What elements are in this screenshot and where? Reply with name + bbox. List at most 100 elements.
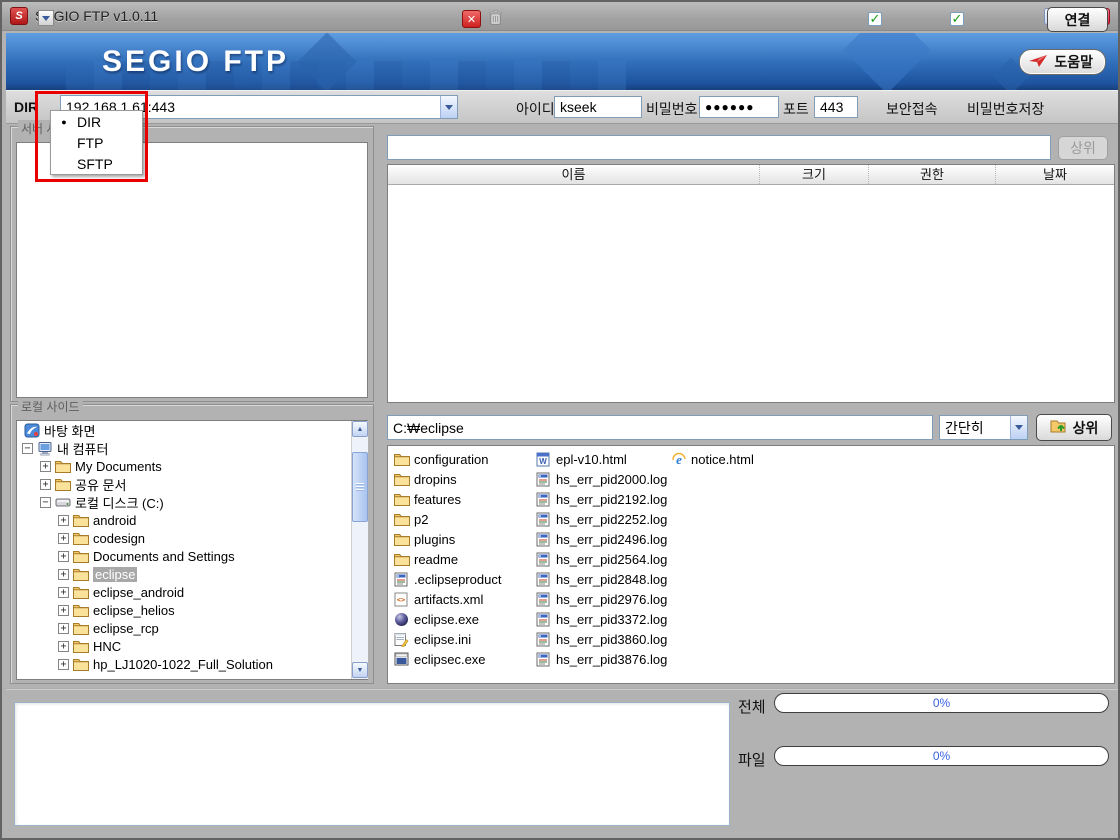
folder-icon xyxy=(394,492,414,506)
expand-icon[interactable]: + xyxy=(58,569,69,580)
column-header[interactable]: 이름 xyxy=(388,165,759,184)
port-input[interactable] xyxy=(814,96,858,118)
local-tree-panel[interactable]: 바탕 화면−내 컴퓨터+My Documents+공유 문서 − 로컬 디스크 (C… xyxy=(16,420,368,680)
file-name: dropins xyxy=(414,472,457,487)
local-up-label: 상위 xyxy=(1073,418,1099,438)
file-item[interactable]: hs_err_pid2252.log xyxy=(536,509,667,529)
tree-item[interactable]: +eclipse_android xyxy=(17,583,367,601)
file-item[interactable]: hs_err_pid2564.log xyxy=(536,549,667,569)
local-up-button[interactable]: 상위 xyxy=(1036,414,1112,441)
address-dropdown-button[interactable] xyxy=(440,96,457,118)
tree-item[interactable]: +공유 문서 xyxy=(17,475,367,493)
file-item[interactable]: eclipsec.exe xyxy=(394,649,501,669)
scrollbar-thumb[interactable] xyxy=(352,452,368,522)
file-name: artifacts.xml xyxy=(414,592,483,607)
server-tree-panel[interactable] xyxy=(16,142,368,398)
expand-icon[interactable]: + xyxy=(58,641,69,652)
tree-item[interactable]: − 로컬 디스크 (C:) xyxy=(17,493,367,511)
scroll-up-button[interactable]: ▲ xyxy=(352,421,368,437)
log-icon xyxy=(394,572,414,587)
trash-icon[interactable] xyxy=(488,9,503,32)
file-item[interactable]: hs_err_pid3876.log xyxy=(536,649,667,669)
view-mode-combobox[interactable]: 간단히 xyxy=(939,415,1028,440)
help-button[interactable]: 도움말 xyxy=(1019,49,1106,75)
column-header[interactable]: 권한 xyxy=(868,165,995,184)
collapse-icon[interactable]: − xyxy=(40,497,51,508)
view-mode-dropdown-button[interactable] xyxy=(1010,416,1027,439)
tree-item[interactable]: + HNC xyxy=(17,637,367,655)
protocol-menu-item[interactable]: FTP xyxy=(51,132,142,153)
file-item[interactable]: eclipse.ini xyxy=(394,629,501,649)
file-item[interactable]: hs_err_pid3372.log xyxy=(536,609,667,629)
file-progress-label: 파일 xyxy=(738,749,766,770)
id-input[interactable] xyxy=(554,96,642,118)
connect-button[interactable]: 연결 xyxy=(1047,7,1108,32)
protocol-menu-item[interactable]: ●DIR xyxy=(51,111,142,132)
tree-item-label: eclipse_rcp xyxy=(93,621,159,636)
tree-item-label: HNC xyxy=(93,639,121,654)
file-item[interactable]: configuration xyxy=(394,449,501,469)
tree-item[interactable]: 바탕 화면 xyxy=(17,421,367,439)
view-mode-value: 간단히 xyxy=(940,418,1010,438)
file-item[interactable]: hs_err_pid3860.log xyxy=(536,629,667,649)
file-item[interactable]: <>artifacts.xml xyxy=(394,589,501,609)
file-item[interactable]: dropins xyxy=(394,469,501,489)
tree-item[interactable]: +android xyxy=(17,511,367,529)
tree-scrollbar[interactable]: ▲ ▼ xyxy=(351,421,368,679)
secure-checkbox[interactable]: ✓ xyxy=(868,12,882,26)
file-item[interactable]: features xyxy=(394,489,501,509)
file-item[interactable]: plugins xyxy=(394,529,501,549)
file-item[interactable]: readme xyxy=(394,549,501,569)
file-item[interactable]: hs_err_pid2496.log xyxy=(536,529,667,549)
tree-item[interactable]: +Documents and Settings xyxy=(17,547,367,565)
tree-item[interactable]: +hp_LJ1020-1022_Full_Solution xyxy=(17,655,367,673)
folder-icon xyxy=(73,603,89,617)
local-path-input[interactable] xyxy=(387,415,933,440)
expand-icon[interactable]: + xyxy=(58,623,69,634)
file-item[interactable]: hs_err_pid2192.log xyxy=(536,489,667,509)
expand-icon[interactable]: + xyxy=(58,587,69,598)
server-up-button[interactable]: 상위 xyxy=(1058,136,1108,160)
server-path-input[interactable] xyxy=(387,135,1051,160)
column-header[interactable]: 크기 xyxy=(759,165,868,184)
log-icon xyxy=(536,612,556,627)
file-name: hs_err_pid2000.log xyxy=(556,472,667,487)
server-file-list[interactable]: 이름크기권한날짜 xyxy=(387,164,1115,403)
collapse-icon[interactable]: − xyxy=(22,443,33,454)
expand-icon[interactable]: + xyxy=(58,605,69,616)
expand-icon[interactable]: + xyxy=(58,659,69,670)
file-item[interactable]: Wepl-v10.html xyxy=(536,449,667,469)
file-name: epl-v10.html xyxy=(556,452,627,467)
file-item[interactable]: .eclipseproduct xyxy=(394,569,501,589)
file-item[interactable]: enotice.html xyxy=(671,449,754,469)
scroll-down-button[interactable]: ▼ xyxy=(352,662,368,678)
file-item[interactable]: p2 xyxy=(394,509,501,529)
password-label: 비밀번호 xyxy=(646,99,698,119)
file-item[interactable]: hs_err_pid2000.log xyxy=(536,469,667,489)
tree-item[interactable]: +eclipse_helios xyxy=(17,601,367,619)
save-password-checkbox[interactable]: ✓ xyxy=(950,12,964,26)
local-file-list[interactable]: configuration dropins featuresp2pluginsrea… xyxy=(387,445,1115,684)
file-item[interactable]: eclipse.exe xyxy=(394,609,501,629)
file-name: hs_err_pid2848.log xyxy=(556,572,667,587)
expand-icon[interactable]: + xyxy=(58,533,69,544)
tree-item[interactable]: +codesign xyxy=(17,529,367,547)
banner-decor xyxy=(843,33,931,90)
transfer-log[interactable] xyxy=(14,702,730,826)
column-header[interactable]: 날짜 xyxy=(995,165,1114,184)
tree-item[interactable]: +My Documents xyxy=(17,457,367,475)
protocol-dropdown-button[interactable] xyxy=(38,10,54,26)
expand-icon[interactable]: + xyxy=(40,479,51,490)
expand-icon[interactable]: + xyxy=(58,515,69,526)
password-input[interactable] xyxy=(699,96,779,118)
tree-item[interactable]: −내 컴퓨터 xyxy=(17,439,367,457)
delete-address-button[interactable]: ✕ xyxy=(462,10,481,28)
file-item[interactable]: hs_err_pid2848.log xyxy=(536,569,667,589)
file-item[interactable]: hs_err_pid2976.log xyxy=(536,589,667,609)
tree-item[interactable]: + eclipse_rcp xyxy=(17,619,367,637)
tree-item[interactable]: +eclipse xyxy=(17,565,367,583)
tree-item-label: 로컬 디스크 (C:) xyxy=(75,493,164,512)
expand-icon[interactable]: + xyxy=(40,461,51,472)
expand-icon[interactable]: + xyxy=(58,551,69,562)
protocol-menu-item[interactable]: SFTP xyxy=(51,153,142,174)
